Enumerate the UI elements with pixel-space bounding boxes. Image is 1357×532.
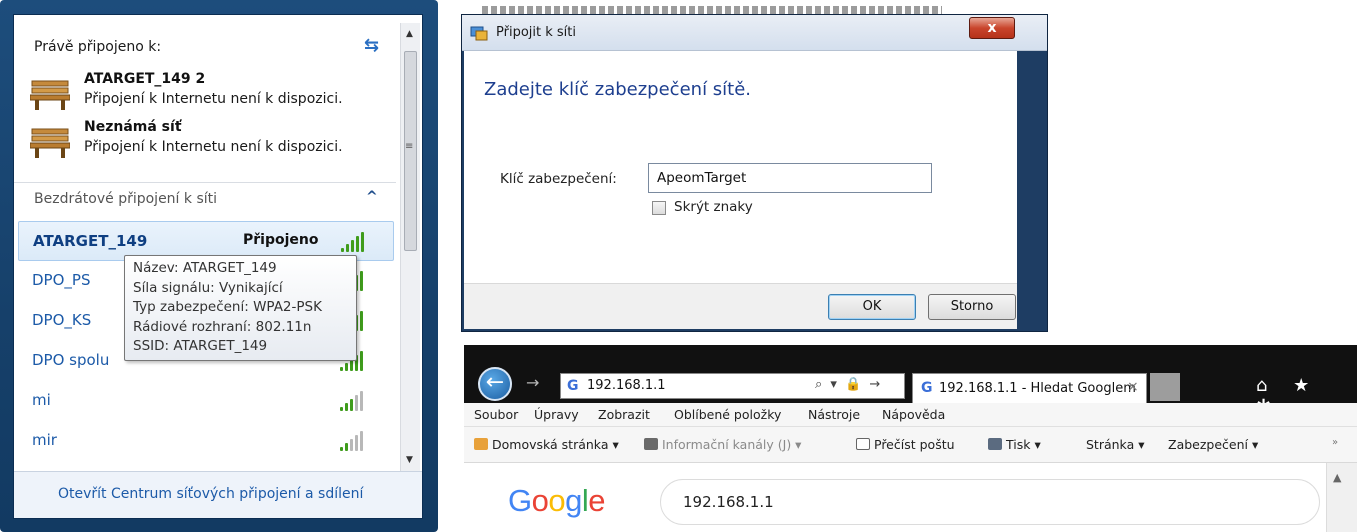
background-page-text	[482, 0, 942, 14]
browser-tab[interactable]: G 192.168.1.1 - Hledat Googlem ×	[912, 373, 1147, 403]
tooltip-line: Název: ATARGET_149	[133, 260, 277, 276]
internet-explorer-window: ← → G 192.168.1.1 ⌕ ▾ 🔒 → G 192.168.1.1 …	[464, 345, 1357, 532]
security-key-input[interactable]	[648, 163, 932, 193]
mail-icon	[856, 438, 870, 450]
read-mail-button[interactable]: Přečíst poštu	[856, 437, 955, 452]
signal-strength-icon	[341, 230, 367, 252]
page-content: Google 192.168.1.1	[464, 463, 1357, 532]
open-network-center-link[interactable]: Otevřít Centrum síťových připojení a sdí…	[58, 486, 363, 502]
flyout-footer: Otevřít Centrum síťových připojení a sdí…	[14, 471, 422, 518]
wifi-network-name: ATARGET_149	[33, 232, 148, 250]
home-page-button[interactable]: Domovská stránka ▾	[474, 437, 619, 452]
refresh-icon[interactable]: ⇆	[364, 35, 379, 56]
wifi-network-row[interactable]: mir	[18, 421, 394, 461]
new-tab-button[interactable]	[1150, 373, 1180, 401]
connection-status: Připojení k Internetu není k dispozici.	[84, 139, 343, 155]
feeds-button[interactable]: Informační kanály (J) ▾	[644, 437, 801, 452]
google-g-icon: G	[921, 380, 933, 396]
google-logo: Google	[508, 483, 606, 518]
dialog-body: Zadejte klíč zabezpečení sítě. Klíč zabe…	[464, 51, 1017, 283]
browser-toolbar: ← → G 192.168.1.1 ⌕ ▾ 🔒 → G 192.168.1.1 …	[464, 345, 1357, 417]
forward-button[interactable]: →	[526, 373, 539, 392]
scroll-grip-icon: ≡	[405, 141, 414, 152]
wifi-network-row[interactable]: mi	[18, 381, 394, 421]
bench-network-icon	[30, 80, 70, 110]
wireless-section-header: Bezdrátové připojení k síti	[34, 191, 218, 207]
connection-name: Neznámá síť	[84, 119, 182, 135]
rss-icon	[644, 438, 658, 450]
network-flyout: Právě připojeno k: ⇆ ATARGET_149 2 Připo…	[0, 0, 438, 532]
tab-title: 192.168.1.1 - Hledat Googlem	[939, 381, 1136, 396]
wifi-network-name: DPO_PS	[32, 271, 91, 289]
home-icon	[474, 438, 488, 450]
command-bar: Domovská stránka ▾ Informační kanály (J)…	[464, 427, 1357, 463]
wifi-network-name: DPO spolu	[32, 351, 110, 369]
print-label: Tisk ▾	[1006, 437, 1041, 452]
close-button[interactable]: x	[969, 17, 1015, 39]
safety-menu-button[interactable]: Zabezpečení ▾	[1168, 437, 1258, 452]
page-menu-button[interactable]: Stránka ▾	[1086, 437, 1144, 452]
address-bar[interactable]: G 192.168.1.1 ⌕ ▾ 🔒 →	[560, 373, 905, 399]
wifi-network-name: mi	[32, 391, 51, 409]
tab-close-icon[interactable]: ×	[1127, 379, 1139, 395]
scroll-up-icon[interactable]: ▲	[1333, 471, 1341, 484]
print-button[interactable]: Tisk ▾	[988, 437, 1041, 452]
search-box[interactable]: 192.168.1.1	[660, 479, 1320, 525]
menu-item-file[interactable]: Soubor	[474, 407, 518, 422]
google-g-icon: G	[567, 378, 579, 394]
menu-item-view[interactable]: Zobrazit	[598, 407, 650, 422]
tooltip-line: SSID: ATARGET_149	[133, 338, 268, 354]
dialog-button-bar: OK Storno	[464, 283, 1017, 329]
signal-strength-icon	[340, 429, 366, 451]
back-button[interactable]: ←	[478, 367, 512, 401]
connection-name: ATARGET_149 2	[84, 71, 206, 87]
address-value[interactable]: 192.168.1.1	[587, 378, 666, 393]
network-tooltip: Název: ATARGET_149 Síla signálu: Vynikaj…	[124, 255, 357, 361]
page-scrollbar[interactable]: ▲	[1326, 463, 1357, 532]
home-page-label: Domovská stránka ▾	[492, 437, 619, 452]
tooltip-line: Rádiové rozhraní: 802.11n	[133, 318, 312, 335]
address-controls-icon[interactable]: ⌕ ▾ 🔒 →	[815, 377, 882, 392]
security-key-label: Klíč zabezpečení:	[500, 171, 617, 187]
section-divider	[14, 182, 396, 183]
menu-item-favorites[interactable]: Oblíbené položky	[674, 407, 781, 422]
search-value[interactable]: 192.168.1.1	[683, 493, 774, 511]
connection-item[interactable]: ATARGET_149 2 Připojení k Internetu není…	[30, 71, 400, 123]
menu-item-help[interactable]: Nápověda	[882, 407, 945, 422]
chevron-up-icon[interactable]: ^	[366, 189, 378, 205]
wifi-network-name: DPO_KS	[32, 311, 92, 329]
connect-to-network-dialog: Připojit k síti x Zadejte klíč zabezpeče…	[461, 14, 1048, 332]
network-dialog-icon	[470, 26, 488, 41]
connected-to-header: Právě připojeno k:	[34, 39, 162, 55]
ok-button[interactable]: OK	[828, 294, 916, 320]
dialog-title: Připojit k síti	[496, 25, 576, 40]
printer-icon	[988, 438, 1002, 450]
menu-item-edit[interactable]: Úpravy	[534, 407, 579, 422]
scroll-up-icon[interactable]: ▲	[406, 29, 413, 39]
tooltip-line: Typ zabezpečení: WPA2-PSK	[133, 299, 322, 315]
read-mail-label: Přečíst poštu	[874, 437, 955, 452]
bench-network-icon	[30, 128, 70, 158]
hide-characters-label[interactable]: Skrýt znaky	[674, 199, 753, 215]
dialog-titlebar[interactable]: Připojit k síti x	[462, 15, 1047, 51]
cancel-button[interactable]: Storno	[928, 294, 1016, 320]
connection-item[interactable]: Neznámá síť Připojení k Internetu není k…	[30, 119, 400, 171]
feeds-label: Informační kanály (J) ▾	[662, 437, 802, 452]
dialog-heading: Zadejte klíč zabezpečení sítě.	[484, 79, 752, 100]
menu-bar: Soubor Úpravy Zobrazit Oblíbené položky …	[464, 403, 1357, 427]
menu-item-tools[interactable]: Nástroje	[808, 407, 860, 422]
chevron-right-icon[interactable]: »	[1332, 437, 1338, 448]
network-list-scrollbar[interactable]: ▲ ≡ ▼	[400, 23, 420, 471]
wifi-network-name: mir	[32, 431, 57, 449]
wifi-network-state: Připojeno	[243, 232, 319, 248]
hide-characters-checkbox[interactable]	[652, 201, 666, 215]
signal-strength-icon	[340, 389, 366, 411]
dialog-frame-edge	[1017, 51, 1047, 331]
scroll-down-icon[interactable]: ▼	[406, 455, 413, 465]
connection-status: Připojení k Internetu není k dispozici.	[84, 91, 343, 107]
tooltip-line: Síla signálu: Vynikající	[133, 279, 283, 296]
